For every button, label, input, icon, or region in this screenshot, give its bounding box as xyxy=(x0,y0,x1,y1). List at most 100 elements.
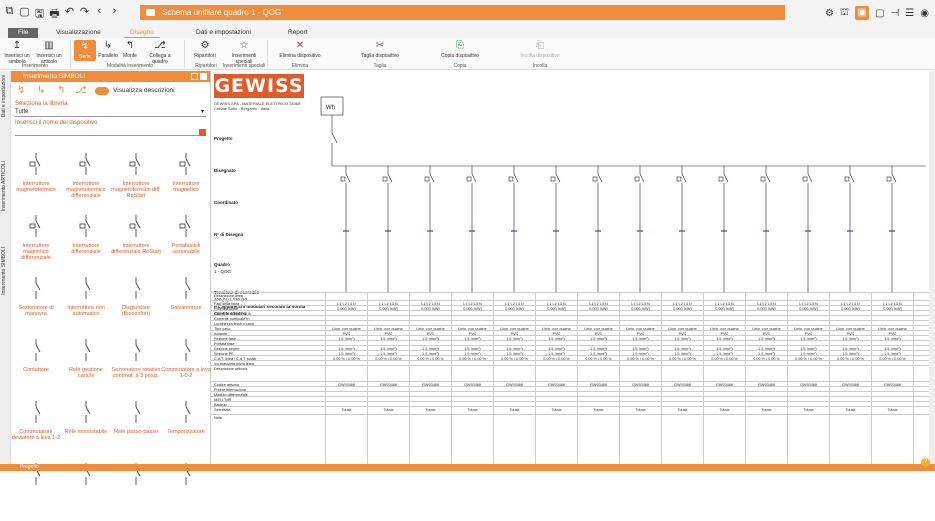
table-cell[interactable]: Totale xyxy=(872,407,913,414)
tab-visualizzazione[interactable]: Visualizzazione xyxy=(50,28,107,38)
list-icon[interactable]: ☰ xyxy=(905,8,914,19)
open-file-icon[interactable]: ▢ xyxy=(19,5,30,24)
symbol-cell[interactable]: Sezionatore rotativo commut. a 3 posiz. xyxy=(111,335,161,397)
descriptions-toggle[interactable] xyxy=(95,87,109,95)
side-tab-simboli[interactable]: Inserimento SIMBOLI xyxy=(1,247,7,295)
symbol-cell[interactable]: Interruttore magnetico xyxy=(161,149,211,211)
save-icon[interactable]: 🖫 xyxy=(34,5,45,24)
symbol-label: Interruttore non automatico xyxy=(67,305,105,317)
table-cell[interactable]: Totale xyxy=(830,407,871,414)
symbol-cell[interactable]: Disgiuntore (Bioconfort) xyxy=(111,273,161,335)
vertical-scrollbar[interactable] xyxy=(929,71,935,464)
quick-access-toolbar: ⧉ ▢ 🖫 🖶 ↶ ↷ ‹ › xyxy=(4,5,120,24)
copia-dispositivo-button[interactable]: ⎘ Copia dispositivo xyxy=(432,40,488,59)
side-tab-articoli[interactable]: Inserimento ARTICOLI xyxy=(1,161,7,211)
table-cell[interactable]: Totale xyxy=(704,407,745,414)
switch-symbol-icon xyxy=(129,153,141,175)
table-cell[interactable]: Totale xyxy=(494,407,535,414)
symbol-cell[interactable]: Temporizzatore xyxy=(161,397,211,459)
tab-disegno[interactable]: Disegno xyxy=(124,28,160,38)
info-icon[interactable]: ◉ xyxy=(920,8,929,19)
column-divider xyxy=(787,292,788,464)
symbol-cell[interactable]: Interruttore magnetico differenziale xyxy=(11,211,61,273)
symbol-cell[interactable]: Interruttore non automatico xyxy=(61,273,111,335)
parallelo-button[interactable]: ↳ Parallelo xyxy=(98,40,118,59)
column-divider xyxy=(871,292,872,464)
tree-view-icon[interactable]: ⛫ xyxy=(840,7,849,20)
symbol-cell[interactable]: Relè passo-passo xyxy=(111,397,161,459)
column-divider xyxy=(619,292,620,464)
symbol-cell[interactable]: Interruttore magnetotermico differenzial… xyxy=(61,149,111,211)
table-cell[interactable]: Totale xyxy=(368,407,409,414)
symbol-cell[interactable]: Relè monostabile xyxy=(61,397,111,459)
table-cell[interactable]: Totale xyxy=(410,407,451,414)
serie-button[interactable]: ↯ Serie xyxy=(74,40,96,61)
table-cell[interactable]: Totale xyxy=(662,407,703,414)
symbol-cell[interactable]: Interruttore magnetotermico xyxy=(11,149,61,211)
window-icon[interactable]: ▢ xyxy=(875,8,884,19)
tab-report[interactable]: Report xyxy=(282,28,314,38)
table-cell[interactable]: Totale xyxy=(788,407,829,414)
symbol-cell[interactable]: Commutatore deviatore a leva 1-2 xyxy=(11,397,61,459)
settings-gear-icon[interactable]: ⚙ xyxy=(825,8,834,19)
tab-file[interactable]: File xyxy=(8,28,39,38)
split-icon[interactable]: ⊣ xyxy=(891,8,900,19)
symbol-cell[interactable]: Relè gestione carichi xyxy=(61,335,111,397)
symbol-cell[interactable]: Interruttore differenziale xyxy=(61,211,111,273)
redo-icon[interactable]: ↷ xyxy=(79,5,90,24)
symbol-label: Contattore xyxy=(23,367,49,373)
library-select[interactable]: Tutte xyxy=(15,108,206,117)
parallelo-mode-icon[interactable]: ↳ xyxy=(37,85,45,96)
table-cell[interactable]: Totale xyxy=(620,407,661,414)
search-input[interactable] xyxy=(15,127,206,136)
print-icon[interactable]: 🖶 xyxy=(49,5,60,24)
forward-icon[interactable]: › xyxy=(109,5,120,24)
symbol-cell[interactable]: Interruttore magnetotermico diff. ReStar… xyxy=(111,149,161,211)
side-tab-dati[interactable]: Dati e impostazioni xyxy=(1,75,7,117)
symbol-cell[interactable]: Salvamotore xyxy=(161,273,211,335)
table-cell[interactable]: Totale xyxy=(536,407,577,414)
serie-mode-icon[interactable]: ↯ xyxy=(17,85,25,96)
monte-mode-icon[interactable]: ↰ xyxy=(57,85,65,96)
layout-icon[interactable]: ▣ xyxy=(855,6,870,20)
inserimenti-speciali-button[interactable]: ☆ Inserimenti speciali xyxy=(226,40,262,65)
back-icon[interactable]: ‹ xyxy=(94,5,105,24)
insert-article-button[interactable]: ▥ Inserisci un articolo xyxy=(34,40,64,65)
collega-quadro-button[interactable]: ⎇ Collega a quadro xyxy=(142,40,178,65)
table-row: Note xyxy=(211,414,929,420)
taglia-dispositivo-button[interactable]: ✂ Taglia dispositivo xyxy=(352,40,408,59)
undo-icon[interactable]: ↶ xyxy=(64,5,75,24)
tab-dati-impostazioni[interactable]: Dati e impostazioni xyxy=(190,28,257,38)
symbol-cell[interactable]: Sezionatore di manovra xyxy=(11,273,61,335)
monte-button[interactable]: ↰ Monte xyxy=(120,40,140,59)
table-cell[interactable]: Totale xyxy=(326,407,367,414)
document-tab[interactable]: Schema unifilare quadro 1 - QOG xyxy=(140,5,785,20)
feeder xyxy=(424,166,435,292)
symbol-cell[interactable]: Commutatore a leva 1-0-2 xyxy=(161,335,211,397)
table-cell[interactable]: Totale xyxy=(452,407,493,414)
help-icon[interactable]: ? xyxy=(921,458,930,467)
switch-symbol-icon xyxy=(79,153,91,175)
drawing-canvas[interactable]: GEWISS GEWISS SPA - MATERIALE ELETTRICO … xyxy=(211,71,929,464)
table-row: Isolante PVC PVC PVC PVC PVC PVC PVC PVC PVC PVC PV… xyxy=(211,330,929,336)
table-cell[interactable]: Totale xyxy=(578,407,619,414)
switch-symbol-icon xyxy=(29,153,41,175)
table-cell[interactable]: Totale xyxy=(746,407,787,414)
panel-help-icon[interactable] xyxy=(200,73,207,80)
column-divider xyxy=(703,292,704,464)
switch-symbol-icon xyxy=(135,277,141,299)
new-file-icon[interactable]: ⧉ xyxy=(4,5,15,24)
elimina-dispositivo-button[interactable]: ✕ Elimina dispositivo xyxy=(272,40,328,59)
column-divider xyxy=(451,292,452,464)
collega-mode-icon[interactable]: ⎇ xyxy=(75,85,87,96)
panel-dock-icon[interactable] xyxy=(191,73,198,80)
symbol-cell[interactable]: Interruttore differenziale ReStart xyxy=(111,211,161,273)
incolla-dispositivo-button[interactable]: ⎗ Incolla dispositivo xyxy=(512,40,568,59)
clear-search-icon[interactable] xyxy=(199,129,206,136)
insert-symbol-button[interactable]: ↥ Inserisci un simbolo xyxy=(3,40,31,65)
ripartitori-button[interactable]: ⚙ Ripartitori xyxy=(188,40,222,59)
symbol-cell[interactable]: Contattore xyxy=(11,335,61,397)
switch-symbol-icon xyxy=(35,339,41,361)
symbol-cell[interactable]: Portafusibili sezionabile xyxy=(161,211,211,273)
top-right-tools: ⚙ ⛫ ▣ ▢ ⊣ ☰ ◉ xyxy=(825,6,929,20)
